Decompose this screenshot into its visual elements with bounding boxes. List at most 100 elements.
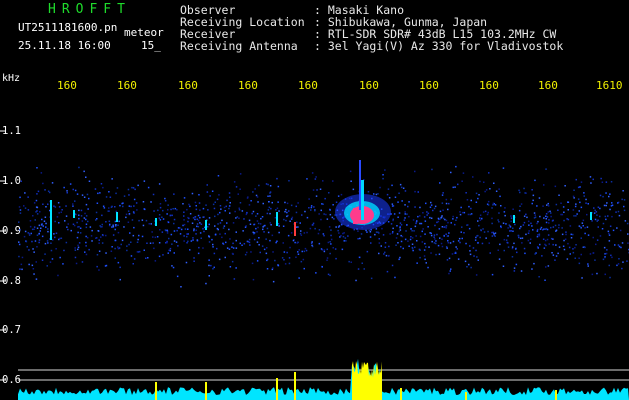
noise-dot (266, 212, 269, 215)
noise-dot (487, 211, 489, 214)
noise-dot (239, 242, 241, 245)
noise-dot (58, 222, 60, 224)
noise-dot (500, 205, 502, 207)
noise-dot (330, 238, 333, 241)
noise-dot (258, 237, 260, 239)
noise-dot (445, 198, 448, 201)
noise-dot (623, 209, 626, 212)
noise-dot (85, 241, 87, 244)
noise-dot (558, 246, 561, 248)
noise-dot (303, 250, 306, 253)
noise-dot (404, 204, 406, 206)
noise-dot (249, 223, 252, 225)
noise-dot (295, 205, 297, 208)
noise-dot (28, 263, 30, 266)
noise-dot (489, 188, 491, 190)
noise-dot (301, 250, 303, 253)
noise-dot (479, 214, 482, 216)
noise-dot (609, 276, 611, 279)
noise-dot (579, 201, 581, 204)
noise-dot (608, 232, 610, 235)
noise-dot (32, 268, 35, 270)
noise-dot (206, 191, 209, 193)
noise-dot (129, 232, 131, 234)
noise-dot (122, 205, 124, 208)
noise-dot (425, 246, 427, 248)
noise-dot (343, 232, 345, 234)
noise-dot (168, 237, 170, 240)
noise-dot (167, 221, 170, 224)
noise-dot (85, 218, 87, 221)
noise-dot (180, 228, 183, 231)
noise-dot (250, 251, 252, 253)
noise-dot (481, 242, 484, 245)
noise-dot (303, 267, 305, 270)
noise-band (18, 165, 629, 288)
noise-dot (257, 201, 259, 203)
noise-dot (248, 204, 251, 206)
noise-dot (199, 209, 201, 211)
noise-dot (623, 205, 625, 208)
noise-dot (523, 221, 526, 224)
noise-dot (413, 230, 415, 232)
noise-dot (567, 209, 569, 211)
noise-dot (221, 236, 223, 239)
noise-dot (575, 203, 577, 205)
noise-dot (417, 215, 419, 218)
noise-dot (612, 229, 615, 232)
noise-dot (566, 258, 569, 260)
noise-dot (256, 231, 258, 233)
noise-dot (269, 212, 271, 215)
noise-dot (460, 206, 462, 209)
noise-dot (445, 219, 448, 222)
noise-dot (440, 242, 443, 245)
noise-dot (566, 218, 568, 220)
noise-dot (432, 209, 434, 212)
noise-dot (101, 223, 103, 226)
noise-dot (108, 191, 110, 193)
noise-dot (555, 255, 558, 257)
noise-dot (44, 189, 46, 191)
noise-dot (394, 276, 396, 279)
noise-dot (483, 231, 486, 233)
noise-dot (85, 253, 88, 256)
noise-dot (213, 207, 216, 210)
noise-dot (411, 230, 413, 232)
noise-dot (593, 207, 595, 209)
noise-dot (24, 230, 27, 233)
noise-dot (259, 251, 261, 254)
noise-dot (183, 197, 186, 199)
noise-dot (382, 174, 384, 176)
noise-dot (406, 213, 408, 215)
noise-dot (74, 249, 77, 251)
noise-dot (121, 202, 123, 205)
noise-dot (495, 190, 498, 192)
noise-dot (119, 266, 121, 269)
noise-dot (109, 196, 112, 198)
noise-dot (510, 215, 512, 217)
noise-dot (455, 165, 457, 168)
noise-dot (315, 195, 318, 197)
noise-dot (499, 243, 501, 246)
noise-dot (72, 188, 74, 191)
noise-dot (226, 199, 228, 202)
noise-dot (31, 228, 34, 231)
noise-dot (609, 193, 611, 195)
noise-dot (345, 240, 347, 242)
noise-dot (562, 245, 565, 247)
noise-dot (243, 243, 246, 245)
noise-dot (547, 202, 549, 205)
noise-dot (205, 204, 207, 206)
noise-dot (267, 195, 269, 197)
noise-dot (436, 233, 438, 236)
noise-dot (392, 218, 394, 221)
noise-dot (76, 221, 78, 224)
noise-dot (313, 206, 315, 208)
noise-dot (462, 172, 465, 174)
noise-dot (609, 208, 611, 211)
noise-dot (494, 232, 497, 234)
noise-dot (582, 219, 585, 222)
noise-dot (256, 213, 259, 215)
noise-dot (85, 235, 87, 238)
noise-dot (72, 203, 74, 205)
